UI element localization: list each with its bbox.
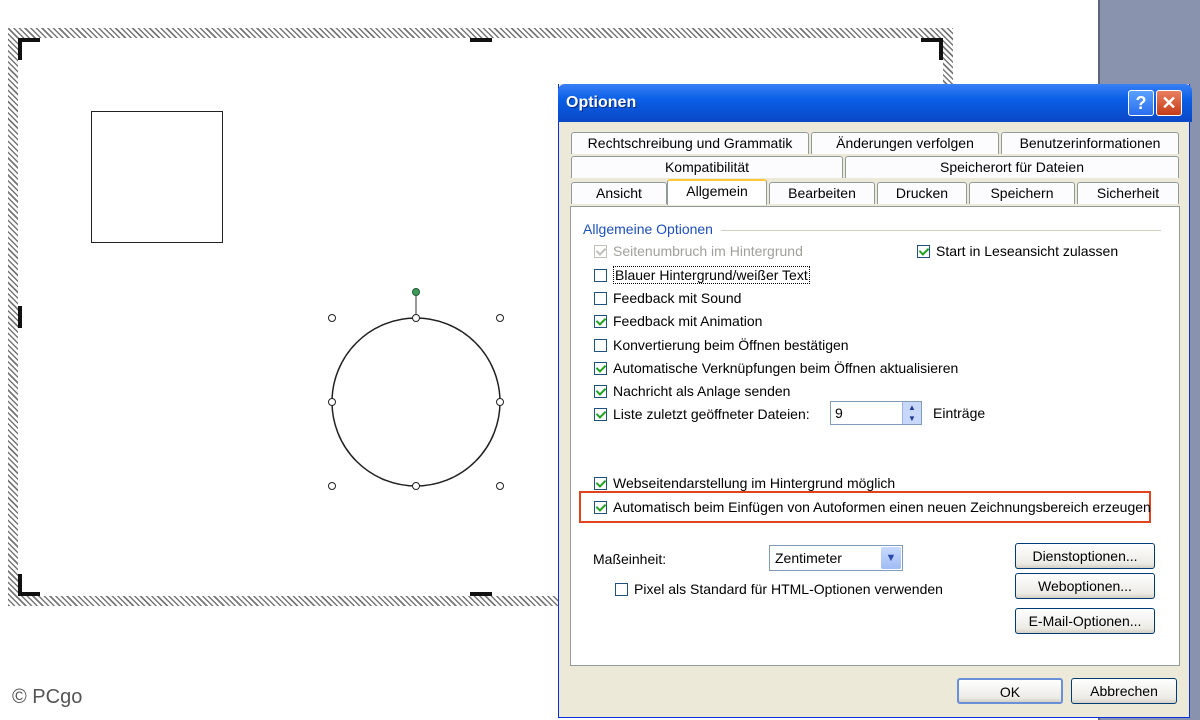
checkbox[interactable] (594, 314, 607, 328)
option-seitenumbruch[interactable]: Seitenumbruch im Hintergrund (594, 243, 803, 259)
option-label: Feedback mit Sound (613, 290, 742, 306)
resize-handle[interactable] (412, 314, 420, 322)
tab-speichern[interactable]: Speichern (969, 182, 1075, 204)
tab-drucken[interactable]: Drucken (877, 182, 967, 204)
option-feedback-animation[interactable]: Feedback mit Animation (594, 313, 762, 329)
crop-mark-bottom-middle[interactable] (470, 592, 492, 596)
resize-handle[interactable] (328, 314, 336, 322)
tab-aenderungen[interactable]: Änderungen verfolgen (811, 132, 999, 154)
option-konvertierung[interactable]: Konvertierung beim Öffnen bestätigen (594, 337, 849, 353)
option-label: Seitenumbruch im Hintergrund (613, 243, 803, 259)
unit-label: Maßeinheit: (593, 551, 667, 567)
crop-mark-bottom-left[interactable] (18, 592, 40, 596)
option-verknuepfungen[interactable]: Automatische Verknüpfungen beim Öffnen a… (594, 360, 958, 376)
checkbox[interactable] (594, 338, 607, 352)
tab-benutzerinformationen[interactable]: Benutzerinformationen (1001, 132, 1179, 154)
option-nachricht-anlage[interactable]: Nachricht als Anlage senden (594, 383, 790, 399)
option-label: Konvertierung beim Öffnen bestätigen (613, 337, 849, 353)
resize-handle[interactable] (496, 482, 504, 490)
option-label: Automatische Verknüpfungen beim Öffnen a… (613, 360, 959, 376)
recent-files-value[interactable]: 9 (835, 405, 843, 421)
checkbox[interactable] (917, 244, 930, 258)
square-shape[interactable] (91, 111, 223, 243)
recent-files-suffix: Einträge (933, 405, 986, 421)
tab-kompatibilitaet[interactable]: Kompatibilität (571, 156, 843, 178)
rotate-handle[interactable] (412, 288, 420, 296)
checkbox[interactable] (615, 582, 628, 596)
option-label: Start in Leseansicht zulassen (936, 243, 1119, 259)
resize-handle[interactable] (496, 398, 504, 406)
crop-mark-top-right[interactable] (939, 38, 943, 60)
option-pixel-html[interactable]: Pixel als Standard für HTML-Optionen ver… (615, 581, 943, 597)
resize-handle[interactable] (328, 482, 336, 490)
option-label: Liste zuletzt geöffneter Dateien: (613, 406, 810, 422)
crop-mark-top-middle[interactable] (470, 38, 492, 42)
tab-sicherheit[interactable]: Sicherheit (1077, 182, 1179, 204)
option-label: Blauer Hintergrund/weißer Text (613, 266, 810, 284)
option-start-leseansicht[interactable]: Start in Leseansicht zulassen (917, 243, 1118, 259)
unit-select-value: Zentimeter (775, 550, 842, 566)
dialog-title: Optionen (566, 94, 637, 111)
option-label: Feedback mit Animation (613, 313, 763, 329)
checkbox[interactable] (594, 361, 607, 375)
close-button[interactable]: ✕ (1156, 90, 1182, 116)
web-options-button[interactable]: Weboptionen... (1015, 573, 1155, 599)
checkbox[interactable] (594, 291, 607, 305)
group-divider (721, 230, 1161, 231)
checkbox[interactable] (594, 268, 607, 282)
option-label: Webseitendarstellung im Hintergrund mögl… (613, 475, 896, 491)
options-dialog: Optionen ? ✕ Rechtschreibung und Grammat… (558, 84, 1192, 718)
checkbox[interactable] (594, 244, 607, 258)
option-blauer-hintergrund[interactable]: Blauer Hintergrund/weißer Text (594, 266, 810, 284)
service-options-button[interactable]: Dienstoptionen... (1015, 543, 1155, 569)
recent-files-spinner[interactable]: 9 ▲ ▼ (830, 401, 922, 425)
group-title: Allgemeine Optionen (583, 221, 713, 237)
email-options-button[interactable]: E-Mail-Optionen... (1015, 608, 1155, 634)
option-label: Pixel als Standard für HTML-Optionen ver… (634, 581, 943, 597)
unit-select[interactable]: Zentimeter ▼ (769, 545, 903, 571)
resize-handle[interactable] (412, 482, 420, 490)
option-label: Nachricht als Anlage senden (613, 383, 791, 399)
spinner-arrows-icon[interactable]: ▲ ▼ (902, 402, 921, 424)
copyright-watermark: © PCgo (12, 686, 83, 708)
checkbox[interactable] (594, 407, 607, 421)
checkbox[interactable] (594, 500, 607, 514)
resize-handle[interactable] (496, 314, 504, 322)
option-label: Automatisch beim Einfügen von Autoformen… (613, 499, 1151, 515)
option-auto-zeichnungsbereich[interactable]: Automatisch beim Einfügen von Autoformen… (594, 499, 1151, 515)
help-button[interactable]: ? (1128, 90, 1154, 116)
tab-allgemein[interactable]: Allgemein (667, 179, 767, 205)
option-webseitendarstellung[interactable]: Webseitendarstellung im Hintergrund mögl… (594, 475, 895, 491)
tab-panel-allgemein: Allgemeine Optionen Seitenumbruch im Hin… (570, 206, 1180, 666)
checkbox[interactable] (594, 476, 607, 490)
cancel-button[interactable]: Abbrechen (1071, 678, 1177, 704)
ok-button[interactable]: OK (957, 678, 1063, 704)
tab-ansicht[interactable]: Ansicht (571, 182, 667, 204)
dialog-titlebar[interactable]: Optionen ? ✕ (558, 84, 1192, 122)
checkbox[interactable] (594, 384, 607, 398)
resize-handle[interactable] (328, 398, 336, 406)
crop-mark-top-left[interactable] (18, 38, 22, 60)
chevron-down-icon[interactable]: ▼ (881, 547, 901, 569)
crop-mark-middle-left[interactable] (18, 306, 22, 328)
option-liste-dateien[interactable]: Liste zuletzt geöffneter Dateien: (594, 406, 810, 422)
option-feedback-sound[interactable]: Feedback mit Sound (594, 290, 741, 306)
tab-speicherort[interactable]: Speicherort für Dateien (845, 156, 1179, 178)
tab-rechtschreibung[interactable]: Rechtschreibung und Grammatik (571, 132, 809, 154)
tab-bearbeiten[interactable]: Bearbeiten (769, 182, 875, 204)
circle-shape[interactable] (320, 284, 520, 494)
